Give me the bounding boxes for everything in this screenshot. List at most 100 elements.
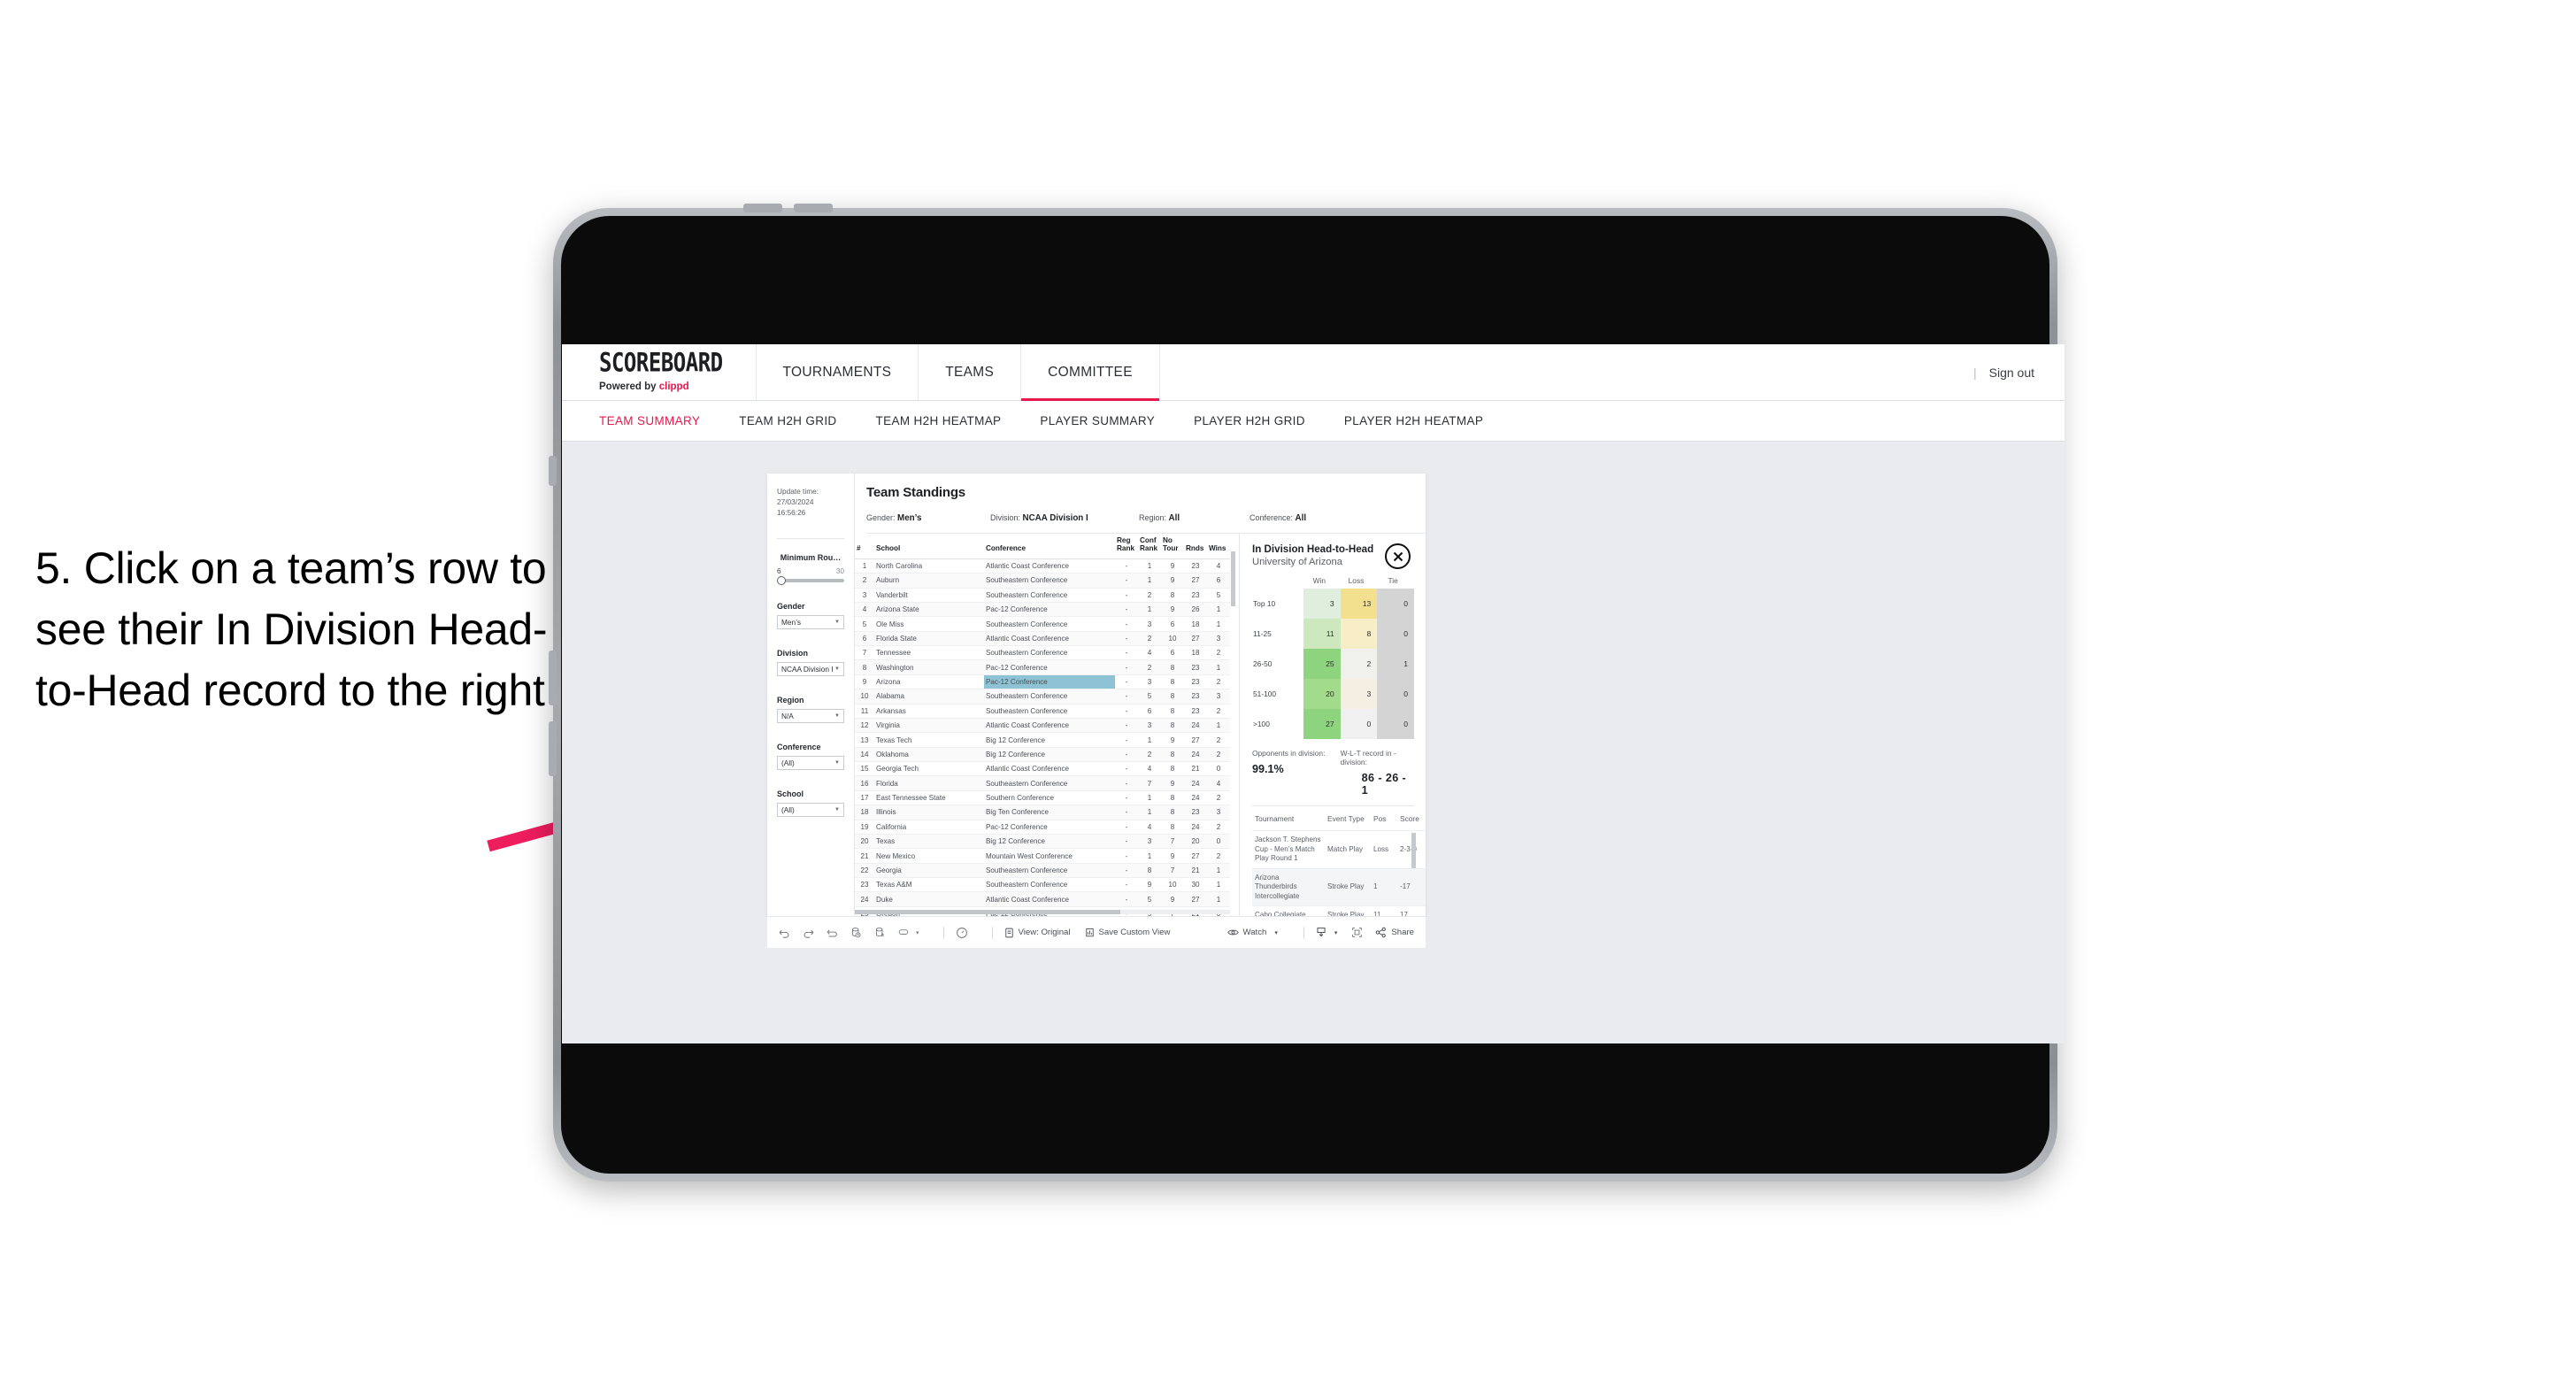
table-row[interactable]: 14 Oklahoma Big 12 Conference -2 8 24 2 [855, 747, 1230, 763]
table-row[interactable]: 24 Duke Atlantic Coast Conference -5 9 27 1 [855, 891, 1230, 907]
table-row[interactable]: 19 California Pac-12 Conference -4 8 24 2 [855, 820, 1230, 835]
row-no-tour: 8 [1161, 820, 1184, 835]
brand-logo[interactable]: SCOREBOARD Powered by clippd [562, 344, 757, 400]
h2h-cell[interactable]: 2 [1340, 649, 1378, 679]
h2h-cell[interactable]: 13 [1340, 589, 1378, 619]
table-row[interactable]: 4 Arizona State Pac-12 Conference -1 9 26 1 [855, 602, 1230, 618]
tab-player-h2h-heatmap[interactable]: PLAYER H2H HEATMAP [1325, 414, 1503, 427]
h2h-cell[interactable]: 0 [1377, 679, 1414, 709]
signout-link[interactable]: Sign out [1989, 366, 2034, 380]
vertical-scrollbar[interactable] [1231, 551, 1235, 916]
tab-team-summary[interactable]: TEAM SUMMARY [599, 414, 719, 427]
tournament-pos: Loss [1371, 830, 1397, 869]
slider-handle[interactable] [777, 576, 786, 586]
view-original-button[interactable]: View: Original [1004, 928, 1071, 938]
col-wins[interactable]: Wins [1207, 534, 1230, 559]
download-button[interactable]: ▾ [1316, 927, 1337, 938]
col-conference[interactable]: Conference [984, 534, 1115, 559]
filter-conference-select[interactable]: (All) ▼ [777, 756, 844, 771]
table-row[interactable]: 2 Auburn Southeastern Conference -1 9 27 6 [855, 573, 1230, 589]
filter-gender-select[interactable]: Men’s ▼ [777, 615, 844, 630]
list-item[interactable]: Jackson T. Stephens Cup - Men’s Match Pl… [1252, 830, 1426, 869]
standings-table-scroll[interactable]: # School Conference Reg Rank Conf Rank No T… [855, 534, 1240, 916]
scrollbar-thumb[interactable] [1231, 551, 1235, 606]
table-row[interactable]: 20 Texas Big 12 Conference -3 7 20 0 [855, 834, 1230, 850]
refresh-data-icon[interactable] [850, 927, 862, 938]
h2h-cell[interactable]: 0 [1377, 619, 1414, 649]
filter-region-select[interactable]: N/A ▼ [777, 709, 844, 724]
tab-team-h2h-grid[interactable]: TEAM H2H GRID [719, 414, 856, 427]
table-row[interactable]: 10 Alabama Southeastern Conference -5 8 23 3 [855, 689, 1230, 705]
table-row[interactable]: 11 Arkansas Southeastern Conference -6 8 23 2 [855, 704, 1230, 719]
row-conf-rank: 3 [1138, 674, 1161, 690]
nav-item-tournaments[interactable]: TOURNAMENTS [757, 344, 919, 400]
h2h-cell[interactable]: 11 [1303, 619, 1341, 649]
save-custom-view-label: Save Custom View [1098, 928, 1171, 937]
clock-icon[interactable] [956, 927, 968, 939]
share-button[interactable]: Share [1375, 927, 1414, 938]
row-no-tour: 9 [1161, 891, 1184, 907]
scrollbar-thumb[interactable] [855, 910, 1120, 914]
col-tournament: Tournament [1255, 814, 1295, 823]
table-row[interactable]: 3 Vanderbilt Southeastern Conference -2 8 23 5 [855, 588, 1230, 603]
h2h-cell[interactable]: 3 [1340, 679, 1378, 709]
h2h-cell[interactable]: 20 [1303, 679, 1341, 709]
table-row[interactable]: 18 Illinois Big Ten Conference -1 8 23 3 [855, 805, 1230, 820]
filter-division-select[interactable]: NCAA Division I ▼ [777, 662, 844, 677]
col-school[interactable]: School [874, 534, 984, 559]
h2h-cell[interactable]: 0 [1340, 709, 1378, 739]
scrollbar-thumb[interactable] [1411, 833, 1416, 868]
table-row[interactable]: 12 Virginia Atlantic Coast Conference -3 8 24… [855, 718, 1230, 734]
col-rnds[interactable]: Rnds [1184, 534, 1207, 559]
table-row[interactable]: 23 Texas A&M Southeastern Conference -9 10 30… [855, 877, 1230, 893]
tab-player-h2h-grid[interactable]: PLAYER H2H GRID [1174, 414, 1325, 427]
col-conf-rank[interactable]: Conf Rank [1138, 534, 1161, 559]
table-row[interactable]: 8 Washington Pac-12 Conference -2 8 23 1 [855, 659, 1230, 675]
list-item[interactable]: Arizona Thunderbirds Intercollegiate Stro… [1252, 867, 1426, 906]
filter-school-select[interactable]: (All) ▼ [777, 803, 844, 818]
h2h-cell[interactable]: 25 [1303, 649, 1341, 679]
h2h-cell[interactable]: 1 [1377, 649, 1414, 679]
table-row[interactable]: 1 North Carolina Atlantic Coast Conference… [855, 558, 1230, 574]
table-row[interactable]: 21 New Mexico Mountain West Conference -1 9 2… [855, 848, 1230, 864]
table-row[interactable]: 16 Florida Southeastern Conference -7 9 24 4 [855, 775, 1230, 791]
fullscreen-icon[interactable] [1351, 927, 1363, 938]
col-reg-rank[interactable]: Reg Rank [1115, 534, 1138, 559]
h2h-cell[interactable]: 0 [1377, 709, 1414, 739]
filter-gender: Gender Men’s ▼ [777, 602, 844, 630]
h2h-cell[interactable]: 8 [1340, 619, 1378, 649]
table-row[interactable]: 22 Georgia Southeastern Conference -8 7 21 1 [855, 863, 1230, 879]
tab-player-summary[interactable]: PLAYER SUMMARY [1020, 414, 1174, 427]
watch-button[interactable]: Watch ▾ [1226, 928, 1278, 937]
table-row[interactable]: 5 Ole Miss Southeastern Conference -3 6 18 1 [855, 616, 1230, 632]
table-row[interactable]: 13 Texas Tech Big 12 Conference -1 9 27 2 [855, 732, 1230, 748]
revert-icon[interactable] [827, 927, 838, 938]
h2h-cell[interactable]: 0 [1377, 589, 1414, 619]
col-rank[interactable]: # [855, 534, 874, 559]
tournament-scrollbar[interactable] [1411, 833, 1416, 909]
row-no-tour: 8 [1161, 659, 1184, 675]
save-custom-view-button[interactable]: Save Custom View [1085, 928, 1171, 938]
minimum-rounds-slider[interactable] [777, 576, 844, 586]
table-row[interactable]: 15 Georgia Tech Atlantic Coast Conference -… [855, 761, 1230, 777]
table-row[interactable]: 6 Florida State Atlantic Coast Conference -… [855, 631, 1230, 647]
h2h-cell[interactable]: 3 [1303, 589, 1341, 619]
tournament-name: Arizona Thunderbirds Intercollegiate [1252, 867, 1325, 906]
page-title: Team Standings [866, 485, 965, 500]
horizontal-scrollbar[interactable] [855, 910, 1230, 914]
table-row[interactable]: 17 East Tennessee State Southern Conferenc… [855, 790, 1230, 806]
shape-icon[interactable]: ▾ [898, 927, 919, 938]
list-item[interactable]: Cabo Collegiate Stroke Play 11 17 [1252, 905, 1426, 916]
pause-icon[interactable] [874, 927, 886, 938]
table-row[interactable]: 7 Tennessee Southeastern Conference -4 6 18 2 [855, 645, 1230, 661]
close-icon[interactable] [1385, 543, 1411, 569]
row-rnds: 23 [1184, 588, 1207, 603]
tab-team-h2h-heatmap[interactable]: TEAM H2H HEATMAP [857, 414, 1021, 427]
col-no-tour[interactable]: No Tour [1161, 534, 1184, 559]
h2h-cell[interactable]: 27 [1303, 709, 1341, 739]
table-row[interactable]: 9 Arizona Pac-12 Conference -3 8 23 2 [855, 674, 1230, 690]
undo-icon[interactable] [779, 927, 790, 938]
nav-item-teams[interactable]: TEAMS [919, 344, 1022, 400]
redo-icon[interactable] [803, 927, 814, 938]
nav-item-committee[interactable]: COMMITTEE [1021, 344, 1160, 401]
